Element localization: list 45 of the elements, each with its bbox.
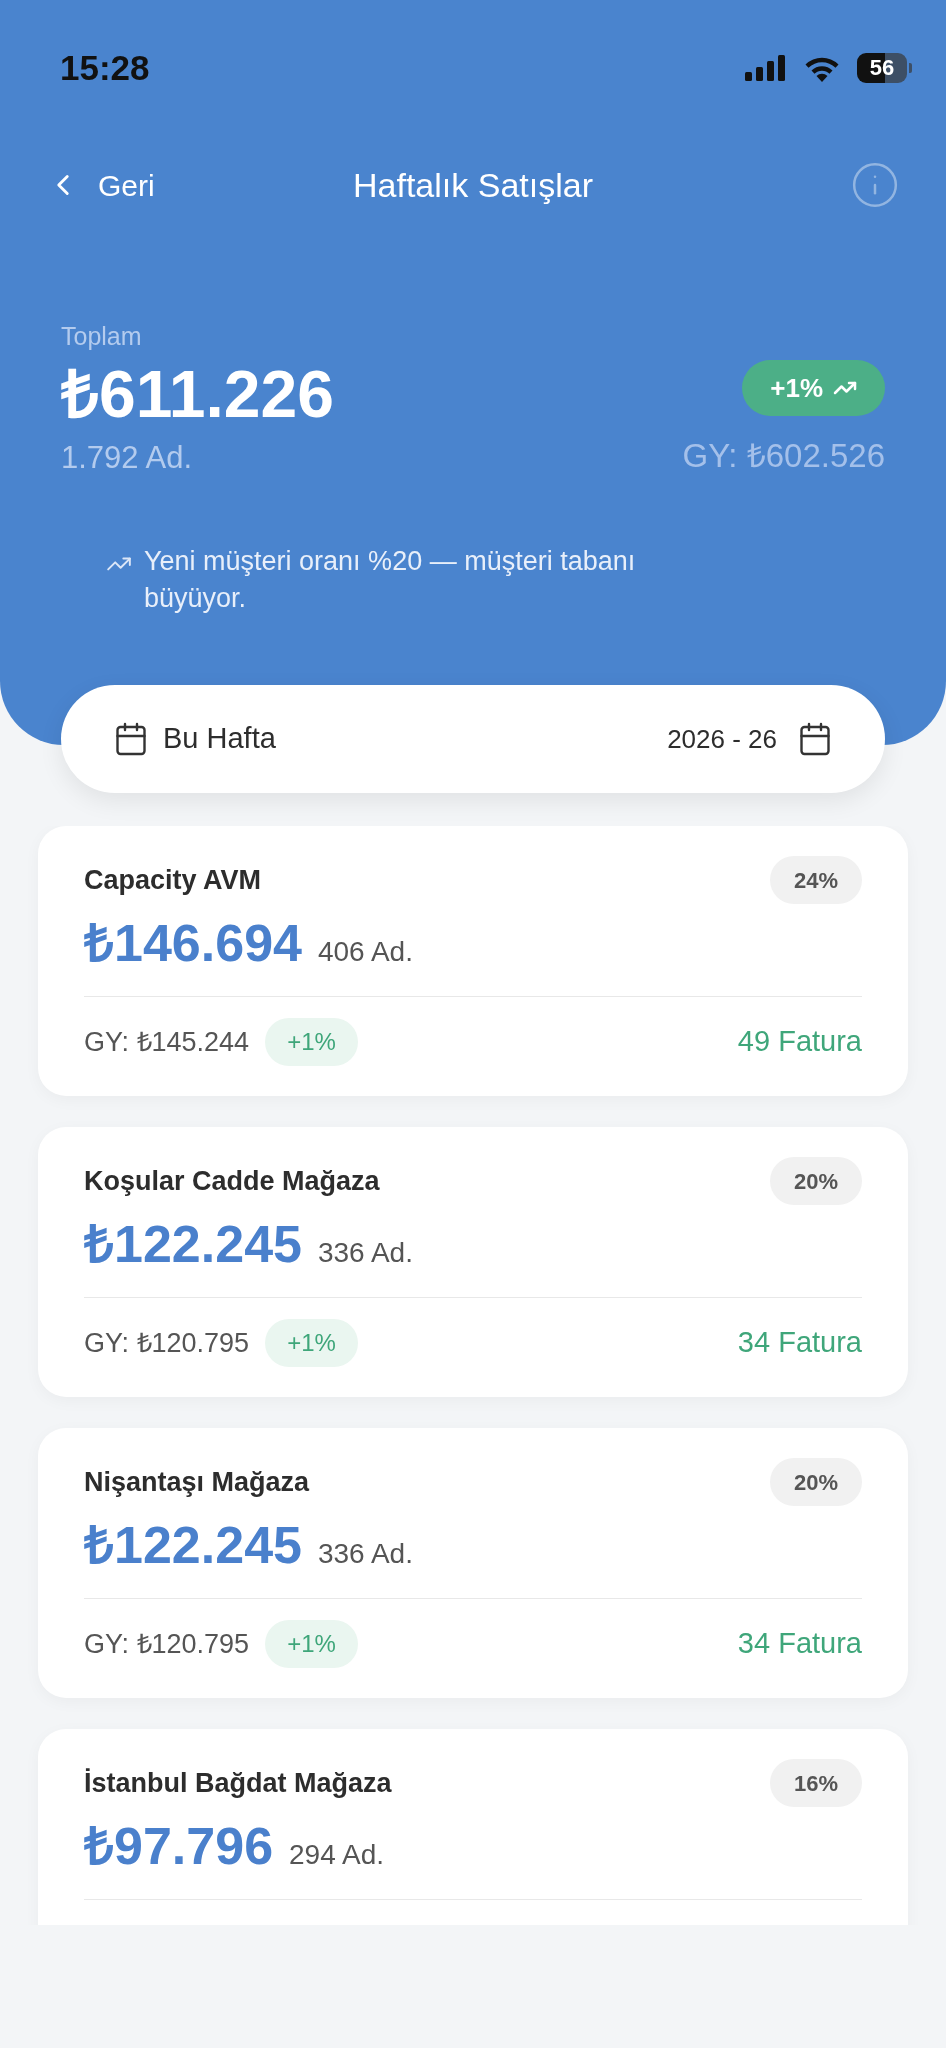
share-tag: 20% <box>769 1458 862 1506</box>
store-name: Nişantaşı Mağaza <box>84 1466 310 1499</box>
change-tag: +1% <box>265 1018 358 1066</box>
total-label: Toplam <box>61 321 143 351</box>
previous-amount: GY: ₺120.795 <box>84 1627 250 1661</box>
change-percent: +1% <box>770 371 823 405</box>
status-time: 15:28 <box>60 48 150 88</box>
store-quantity: 336 Ad. <box>317 1236 413 1270</box>
signal-icon <box>745 55 787 81</box>
change-tag: +1% <box>265 1620 358 1668</box>
previous-amount: GY: ₺120.795 <box>84 1326 250 1360</box>
store-quantity: 336 Ad. <box>317 1537 413 1571</box>
share-tag: 16% <box>769 1759 862 1807</box>
week-button[interactable]: 2026 - 26 <box>667 719 833 759</box>
share-tag: 20% <box>769 1157 862 1205</box>
battery-indicator: 56 <box>857 53 912 83</box>
store-name: Koşular Cadde Mağaza <box>84 1165 380 1198</box>
invoice-count: 49 Fatura <box>737 1024 862 1060</box>
store-quantity: 294 Ad. <box>289 1838 385 1872</box>
store-card[interactable]: İstanbul Bağdat Mağaza 16% ₺97.796 294 Ad. <box>38 1729 908 1925</box>
store-amount: ₺146.694 <box>84 915 302 971</box>
store-amount: ₺97.796 <box>84 1818 274 1874</box>
store-amount: ₺122.245 <box>84 1517 302 1573</box>
store-name: Capacity AVM <box>84 864 262 897</box>
calendar-icon <box>797 721 833 757</box>
store-name: İstanbul Bağdat Mağaza <box>84 1767 392 1800</box>
store-quantity: 406 Ad. <box>317 935 413 969</box>
invoice-count: 34 Fatura <box>737 1325 862 1361</box>
invoice-count: 34 Fatura <box>737 1626 862 1662</box>
share-tag: 24% <box>769 856 862 904</box>
store-card[interactable]: Koşular Cadde Mağaza 20% ₺122.245 336 Ad. GY: ₺120.795 +1% 34 Fatura <box>38 1127 908 1397</box>
back-button[interactable]: Geri <box>46 162 155 208</box>
previous-total: GY: ₺602.526 <box>682 436 885 476</box>
insight-text: Yeni müşteri oranı %20 — müşteri tabanı büyüyor. <box>144 545 637 615</box>
calendar-icon <box>113 721 149 757</box>
change-tag: +1% <box>265 1319 358 1367</box>
total-amount: ₺611.226 <box>61 357 334 431</box>
page-title: Haftalık Satışlar <box>353 164 593 206</box>
period-button[interactable]: Bu Hafta <box>113 717 276 761</box>
store-card[interactable]: Nişantaşı Mağaza 20% ₺122.245 336 Ad. GY: ₺120.795 +1% 34 Fatura <box>38 1428 908 1698</box>
info-icon[interactable] <box>850 160 900 210</box>
total-quantity: 1.792 Ad. <box>61 439 193 477</box>
store-amount: ₺122.245 <box>84 1216 302 1272</box>
previous-amount: GY: ₺145.244 <box>84 1025 250 1059</box>
store-card[interactable]: Capacity AVM 24% ₺146.694 406 Ad. GY: ₺145.244 +1% 49 Fatura <box>38 826 908 1096</box>
